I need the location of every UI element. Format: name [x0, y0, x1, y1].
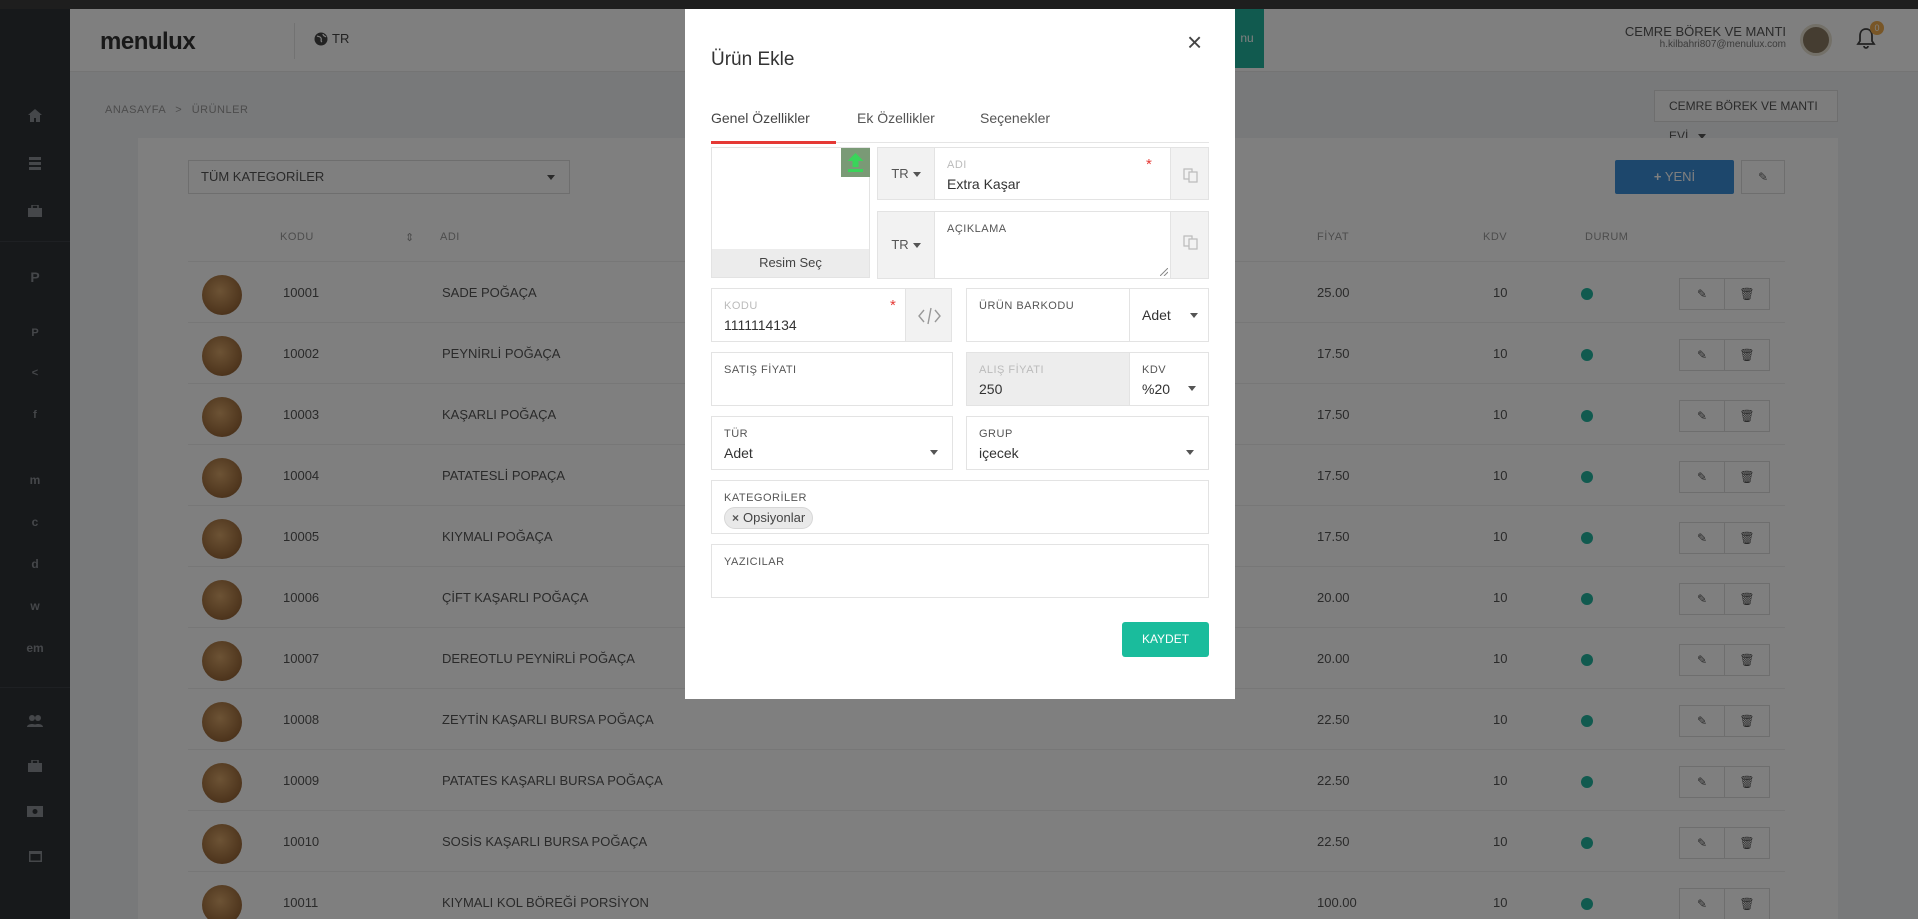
active-tab-indicator: [711, 141, 836, 144]
name-label: ADI: [947, 159, 967, 171]
close-icon[interactable]: ×: [1187, 27, 1202, 58]
printers-label: YAZICILAR: [724, 556, 785, 568]
type-value: Adet: [724, 445, 753, 461]
description-language-select[interactable]: TR: [877, 211, 935, 279]
printers-field[interactable]: YAZICILAR: [711, 544, 1209, 598]
name-language-value: TR: [891, 166, 909, 181]
description-language-value: TR: [891, 237, 909, 252]
translate-name-button[interactable]: [1170, 147, 1209, 200]
kdv-label: KDV: [1142, 364, 1167, 376]
upload-icon[interactable]: [841, 148, 870, 177]
remove-chip-icon[interactable]: ×: [732, 511, 739, 525]
category-chip-label: Opsiyonlar: [743, 510, 806, 525]
purchase-price-value: 250: [979, 381, 1003, 397]
name-field[interactable]: ADI * Extra Kaşar: [934, 147, 1171, 200]
modal-title: Ürün Ekle: [711, 49, 795, 70]
chevron-down-icon: [1190, 313, 1198, 318]
name-value: Extra Kaşar: [947, 176, 1021, 192]
translate-icon: [1183, 168, 1198, 183]
add-product-modal: Ürün Ekle × Genel Özellikler Ek Özellikl…: [685, 9, 1235, 699]
code-label: KODU: [724, 300, 758, 312]
generate-code-button[interactable]: [905, 288, 952, 342]
chevron-down-icon: [1186, 450, 1194, 455]
chevron-down-icon: [1188, 386, 1196, 391]
categories-label: KATEGORİLER: [724, 492, 807, 504]
type-label: TÜR: [724, 428, 749, 440]
required-mark: *: [1146, 156, 1152, 173]
unit-value: Adet: [1142, 307, 1171, 323]
type-select[interactable]: TÜR Adet: [711, 416, 953, 470]
group-select[interactable]: GRUP içecek: [966, 416, 1209, 470]
code-icon: [918, 307, 941, 325]
unit-select[interactable]: Adet: [1129, 288, 1209, 342]
kdv-select[interactable]: KDV %20: [1129, 352, 1209, 406]
required-mark: *: [890, 297, 896, 314]
chevron-down-icon: [930, 450, 938, 455]
tab-extra[interactable]: Ek Özellikler: [857, 110, 935, 126]
group-value: içecek: [979, 445, 1019, 461]
sale-price-label: SATIŞ FİYATI: [724, 364, 797, 376]
chevron-down-icon: [912, 243, 921, 249]
tab-options[interactable]: Seçenekler: [980, 110, 1050, 126]
save-button[interactable]: KAYDET: [1122, 622, 1209, 657]
category-chip: × Opsiyonlar: [724, 507, 814, 529]
resize-handle-icon: [1160, 268, 1168, 276]
group-label: GRUP: [979, 428, 1013, 440]
tab-general[interactable]: Genel Özellikler: [711, 110, 810, 126]
description-label: AÇIKLAMA: [947, 223, 1007, 235]
translate-icon: [1183, 235, 1198, 250]
description-field[interactable]: AÇIKLAMA: [934, 211, 1171, 279]
barcode-field[interactable]: ÜRÜN BARKODU: [966, 288, 1130, 342]
name-language-select[interactable]: TR: [877, 147, 935, 200]
translate-description-button[interactable]: [1170, 211, 1209, 279]
chevron-down-icon: [912, 172, 921, 178]
kdv-value: %20: [1142, 381, 1171, 397]
categories-field[interactable]: KATEGORİLER × Opsiyonlar: [711, 480, 1209, 534]
code-field[interactable]: KODU * 1111114134: [711, 288, 906, 342]
modal-tabs: Genel Özellikler Ek Özellikler Seçenekle…: [711, 101, 1209, 144]
purchase-price-label: ALIŞ FİYATI: [979, 364, 1044, 376]
sale-price-field[interactable]: SATIŞ FİYATI: [711, 352, 953, 406]
select-image-button[interactable]: Resim Seç: [712, 249, 869, 277]
code-value: 1111114134: [724, 317, 797, 333]
product-image-box: Resim Seç: [711, 147, 870, 278]
purchase-price-field[interactable]: ALIŞ FİYATI 250: [966, 352, 1130, 406]
barcode-label: ÜRÜN BARKODU: [979, 300, 1075, 312]
